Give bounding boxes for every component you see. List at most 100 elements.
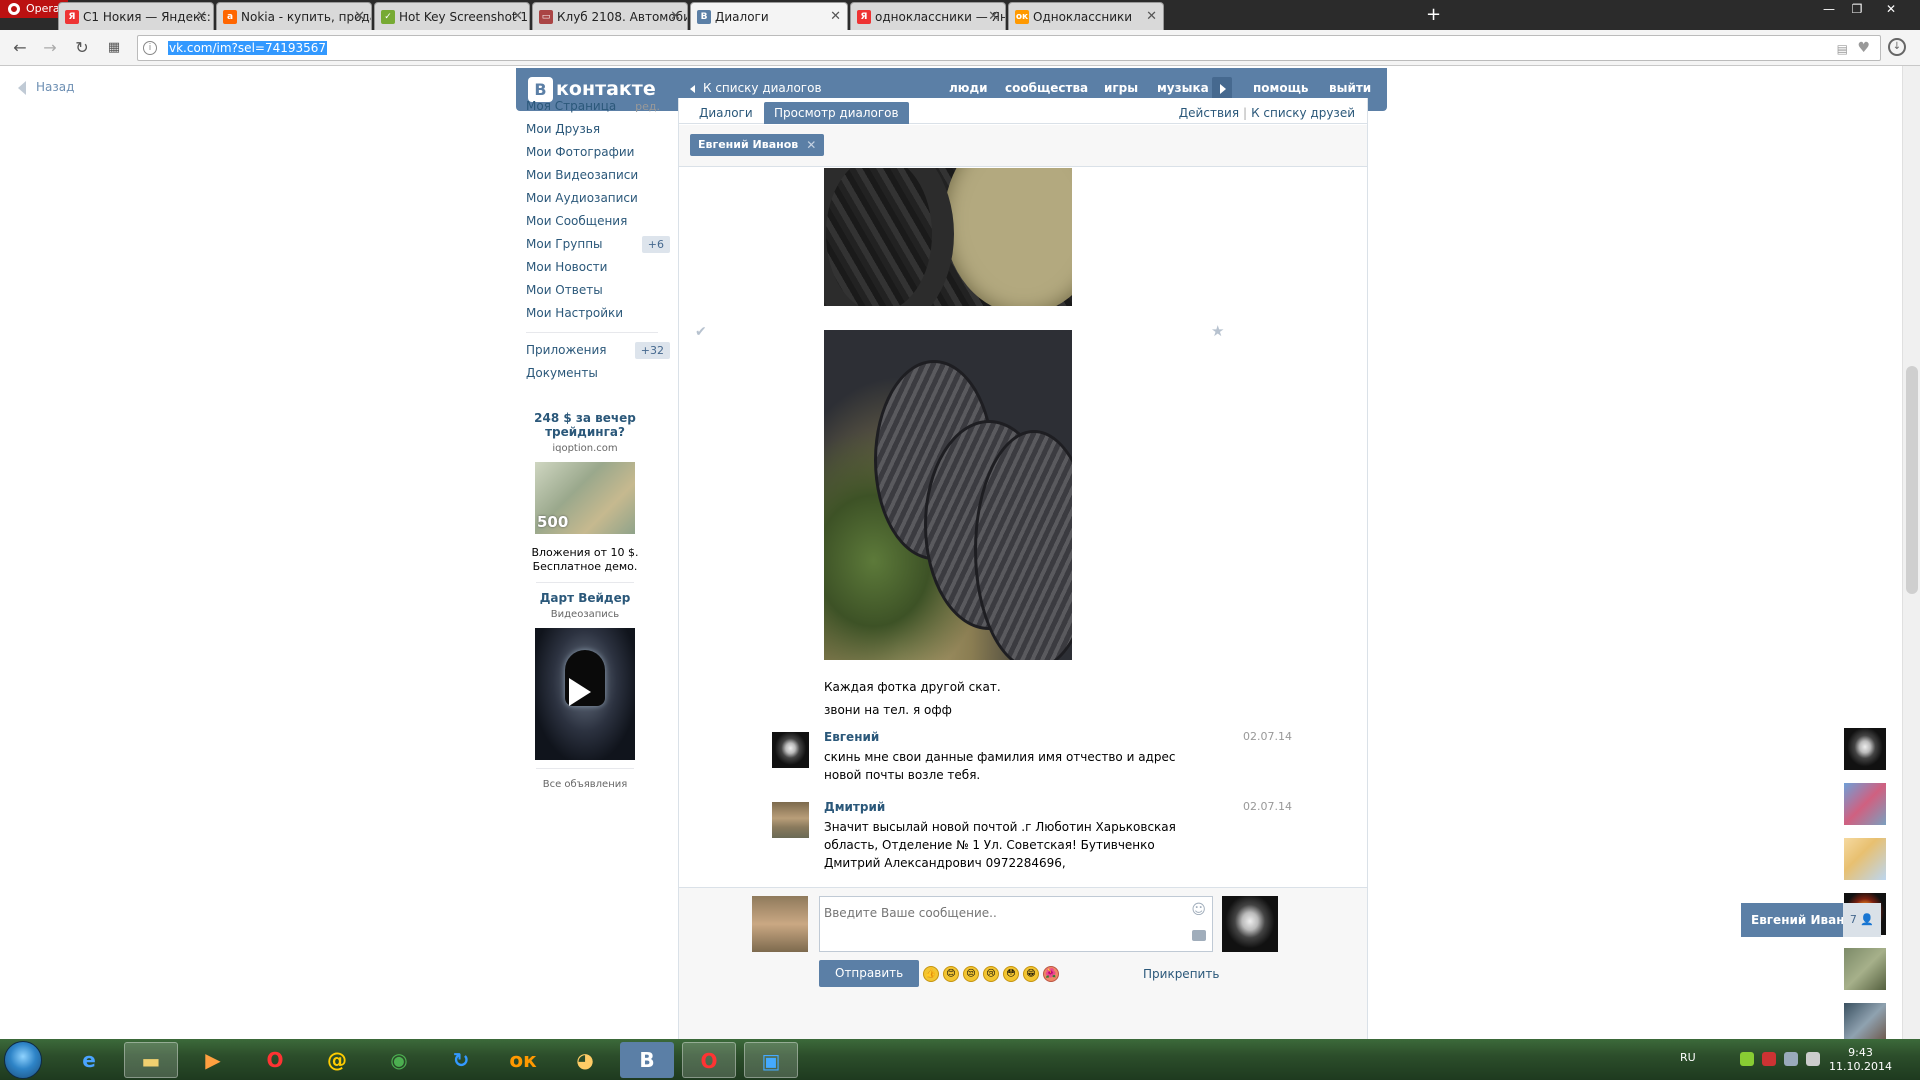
ad-url[interactable]: iqoption.com [526,443,644,454]
ie-icon[interactable]: e [62,1042,116,1078]
star-icon[interactable]: ★ [1211,322,1224,340]
maximize-icon[interactable]: ❐ [1844,0,1870,18]
actions-link[interactable]: Действия [1179,106,1239,120]
friend-avatar[interactable] [1844,838,1886,880]
menu-apps[interactable]: Приложения +32 [526,339,670,362]
friend-avatar[interactable] [1844,948,1886,990]
send-button[interactable]: Отправить [819,960,920,987]
tab-7[interactable]: ок Одноклассники ✕ [1008,2,1164,30]
volume-icon[interactable] [1806,1052,1820,1066]
emoji-flushed[interactable]: 😳 [1003,966,1019,982]
opera-icon[interactable]: O [248,1042,302,1078]
folder-icon[interactable]: ▬ [124,1042,178,1078]
tire-photo-2[interactable] [824,330,1072,660]
avatar[interactable] [772,732,809,768]
reload-icon[interactable]: ↻ [72,38,92,58]
menu-documents[interactable]: Документы [526,362,670,385]
emoji-cry[interactable]: 😢 [983,966,999,982]
menu-answers[interactable]: Мои Ответы [526,279,670,302]
emoji-grin[interactable]: 😁 [1023,966,1039,982]
close-icon[interactable]: ✕ [196,3,207,30]
page-scrollbar[interactable] [1902,66,1920,1039]
check-icon[interactable]: ✔ [695,324,707,340]
filter-chip[interactable]: Евгений Иванов ✕ [690,134,825,156]
vk-app-icon[interactable]: В [620,1042,674,1078]
ad-title[interactable]: 248 $ за вечер трейдинга? [526,411,644,439]
heart-icon[interactable]: ♥ [1857,40,1870,56]
message-input-box[interactable]: ☺ [819,896,1213,952]
nav-logout[interactable]: выйти [1329,81,1371,95]
edit-link[interactable]: ред. [635,95,660,118]
nav-music[interactable]: музыка [1157,81,1209,95]
emoji-smile[interactable]: 😊 [943,966,959,982]
menu-audio[interactable]: Мои Аудиозаписи [526,187,670,210]
stash-icon[interactable]: ▤ [1837,42,1848,56]
new-tab-button[interactable]: + [1426,4,1441,26]
play-icon[interactable] [569,678,591,706]
sender-name[interactable]: Дмитрий [824,800,885,814]
ad-video-title[interactable]: Дарт Вейдер [526,591,644,605]
minimize-icon[interactable]: — [1816,0,1842,18]
tab-1[interactable]: Я С1 Нокия — Яндекс: най✕ [58,2,214,30]
download-manager-icon[interactable]: ↓ [1888,38,1906,56]
ad-text[interactable]: Вложения от 10 $. Бесплатное демо. [526,546,644,574]
network-icon[interactable] [1784,1052,1798,1066]
tab-dialogs[interactable]: Диалоги [689,102,763,124]
tire-photo-1[interactable] [824,168,1072,306]
close-icon[interactable]: ✕ [830,3,841,30]
nav-help[interactable]: помощь [1253,81,1308,95]
menu-photos[interactable]: Мои Фотографии [526,141,670,164]
url-field[interactable]: i vk.com/im?sel=74193567 ▤ ♥ [137,35,1881,61]
chrome-icon[interactable]: ◉ [372,1042,426,1078]
clock[interactable]: 9:43 11.10.2014 [1829,1046,1892,1074]
app-icon[interactable]: ↻ [434,1042,488,1078]
menu-videos[interactable]: Мои Видеозаписи [526,164,670,187]
close-icon[interactable]: ✕ [1146,3,1157,30]
tab-view-dialogs[interactable]: Просмотр диалогов [764,102,909,124]
scroll-thumb[interactable] [1906,366,1918,594]
close-icon[interactable]: ✕ [512,3,523,30]
tray-app-icon[interactable] [1740,1052,1754,1066]
emoji-thumbs-up[interactable]: 👍 [923,966,939,982]
emoji-unamused[interactable]: 😒 [963,966,979,982]
my-avatar[interactable] [752,896,808,952]
odnoklassniki-icon[interactable]: ок [496,1042,550,1078]
tab-2[interactable]: a Nokia - купить, продажа✕ [216,2,372,30]
site-info-icon[interactable]: i [143,41,157,55]
avatar[interactable] [772,802,809,838]
menu-friends[interactable]: Мои Друзья [526,118,670,141]
flag-icon[interactable] [1762,1052,1776,1066]
ad-video-thumbnail[interactable] [535,628,635,760]
menu-messages[interactable]: Мои Сообщения [526,210,670,233]
tab-3[interactable]: ✓ Hot Key Screenshot 1.1 - F✕ [374,2,530,30]
paint-icon[interactable]: ◕ [558,1042,612,1078]
friend-avatar[interactable] [1844,728,1886,770]
message-input[interactable] [820,897,1212,951]
tab-6[interactable]: Яодноклассники — Яндекс✕ [850,2,1006,30]
language-indicator[interactable]: RU [1680,1051,1696,1064]
back-link[interactable]: Назад [18,80,74,95]
opera-active-icon[interactable]: O [682,1042,736,1078]
friends-list-link[interactable]: К списку друзей [1251,106,1355,120]
close-icon[interactable]: ✕ [354,3,365,30]
mail-agent-icon[interactable]: @ [310,1042,364,1078]
attach-link[interactable]: Прикрепить [1143,967,1219,981]
emoji-flower[interactable]: 🌺 [1043,966,1059,982]
close-window-icon[interactable]: ✕ [1878,0,1904,18]
smile-icon[interactable]: ☺ [1191,902,1206,918]
ad-banknote-image[interactable]: 500 [535,462,635,534]
nav-games[interactable]: игры [1104,81,1138,95]
menu-my-page[interactable]: Моя Страница ред. [526,95,670,118]
menu-settings[interactable]: Мои Настройки [526,302,670,325]
speed-dial-icon[interactable]: ▦ [104,38,124,58]
menu-groups[interactable]: Мои Группы +6 [526,233,670,256]
screenshot-app-icon[interactable]: ▣ [744,1042,798,1078]
tab-5-active[interactable]: В Диалоги ✕ [690,2,848,30]
recipient-avatar[interactable] [1222,896,1278,952]
chat-tab[interactable]: Евгений Иванов 7 👤 [1741,903,1881,937]
back-arrow-icon[interactable]: ← [10,38,30,58]
url-text[interactable]: vk.com/im?sel=74193567 [168,41,328,55]
nav-communities[interactable]: сообщества [1005,81,1088,95]
back-to-dialogs-link[interactable]: К списку диалогов [690,81,822,95]
start-button[interactable] [4,1041,42,1079]
